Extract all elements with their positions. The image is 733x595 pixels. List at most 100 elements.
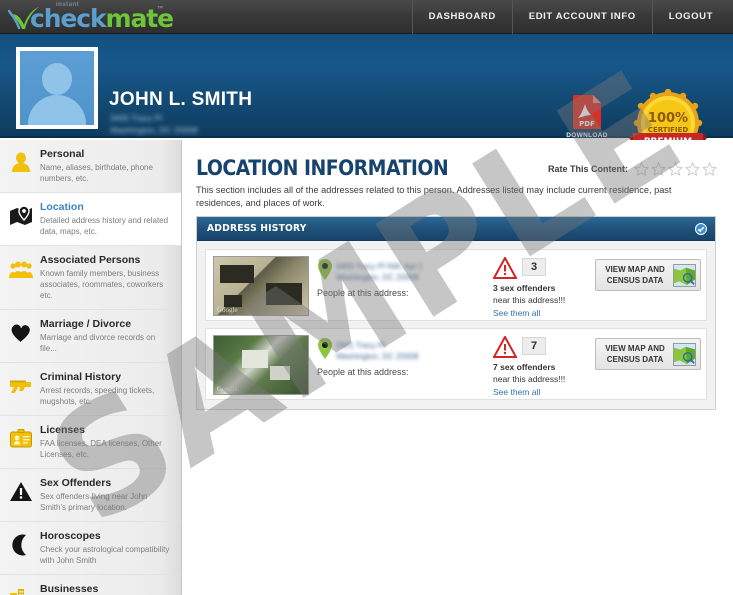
offender-text-rest: near this address!!! [493,374,566,384]
people-group-icon [9,261,33,278]
sidebar-item-label: Criminal History [40,371,122,383]
svg-text:CERTIFIED: CERTIFIED [648,126,689,134]
profile-address-line2: Washington, DC 20008 [110,125,198,135]
gun-icon [10,380,31,393]
people-at-address-label: People at this address: [317,367,409,377]
panel-body: Google 3400 Tracy Pl NW, Apt 1 Washingto… [197,241,715,409]
sidebar-item-label: Sex Offenders [40,477,112,489]
sidebar: Personal Name, aliases, birthdate, phone… [0,140,182,595]
heart-icon [11,324,31,343]
avatar [16,47,98,129]
address-line1: 3400 Tracy Pl NW, Apt 1 [336,262,423,271]
table-row: Google 3400 Tracy Pl NW, Apt 1 Washingto… [205,249,707,321]
offender-text-bold: 3 sex offenders [493,283,556,293]
sidebar-item-desc: Arrest records, speeding tickets, mugsho… [40,386,155,406]
moon-icon [12,534,26,556]
sidebar-item-label: Associated Persons [40,254,141,266]
buildings-icon [10,589,24,595]
sidebar-item-desc: FAA licenses, DEA licenses, Other Licens… [40,439,162,459]
offender-text-rest: near this address!!! [493,295,566,305]
offender-count-badge: 7 [522,337,546,355]
sidebar-item-businesses[interactable]: Businesses Businesses John Smith may be … [0,575,181,595]
pdf-download-button[interactable]: PDF DOWNLOAD [559,94,615,139]
map-census-icon [673,264,696,287]
sidebar-item-associated-persons[interactable]: Associated Persons Known family members,… [0,246,181,310]
profile-header: JOHN L. SMITH 3400 Tracy Pl Washington, … [0,34,733,160]
view-map-census-button[interactable]: VIEW MAP AND CENSUS DATA [595,338,701,370]
warning-triangle-icon [493,257,517,279]
sidebar-item-label: Licenses [40,424,85,436]
avatar-placeholder-icon [20,51,94,125]
map-census-icon [673,343,696,366]
sidebar-item-label: Horoscopes [40,530,101,542]
top-navigation-bar: instant checkmate ™ DASHBOARD EDIT ACCOU… [0,0,733,34]
profile-address-line1: 3400 Tracy Pl [110,113,162,123]
nav-logout[interactable]: LOGOUT [653,0,725,34]
sidebar-item-label: Location [40,201,84,213]
warning-triangle-icon [493,336,517,358]
map-pin-marker-icon [318,338,332,359]
map-attribution: Google [217,306,238,314]
brand-check: check [30,4,107,33]
address-line2: Washington, DC 20008 [336,273,419,282]
sidebar-item-marriage-divorce[interactable]: Marriage / Divorce Marriage and divorce … [0,310,181,363]
sidebar-item-personal[interactable]: Personal Name, aliases, birthdate, phone… [0,140,181,193]
sidebar-item-licenses[interactable]: Licenses FAA licenses, DEA licenses, Oth… [0,416,181,469]
see-them-all-link[interactable]: See them all [493,308,540,318]
pdf-icon: PDF [573,95,601,129]
main-nav-links: DASHBOARD EDIT ACCOUNT INFO LOGOUT [411,0,725,34]
rate-label: Rate This Content: [548,164,628,174]
sidebar-item-criminal-history[interactable]: Criminal History Arrest records, speedin… [0,363,181,416]
brand-logo[interactable]: instant checkmate ™ [4,1,174,33]
address-line1: 2601 Tracy Pl [336,341,385,350]
sidebar-item-label: Businesses [40,583,99,595]
star-rating-2[interactable] [651,162,666,176]
person-icon [12,152,30,172]
address-text: 2601 Tracy Pl Washington, DC 20008 [336,340,486,362]
svg-text:PDF: PDF [579,120,595,128]
rate-this-content: Rate This Content: [548,162,719,176]
main-content: LOCATION INFORMATION Rate This Content: … [182,140,733,595]
map-pin-marker-icon [318,259,332,280]
star-rating-4[interactable] [685,162,700,176]
panel-header-title: ADDRESS HISTORY [207,223,307,234]
panel-header: ADDRESS HISTORY [197,217,715,241]
star-rating-3[interactable] [668,162,683,176]
sidebar-item-desc: Name, aliases, birthdate, phone numbers,… [40,163,153,183]
brand-trademark: ™ [157,6,163,12]
help-circle-icon[interactable] [695,223,707,235]
sidebar-item-desc: Check your astrological compatibility wi… [40,545,170,565]
address-line2: Washington, DC 20008 [336,352,419,361]
sidebar-item-horoscopes[interactable]: Horoscopes Check your astrological compa… [0,522,181,575]
map-pin-icon [10,205,32,225]
map-thumbnail[interactable]: Google [213,335,309,395]
nav-edit-account-info[interactable]: EDIT ACCOUNT INFO [513,0,653,34]
sidebar-item-desc: Detailed address history and related dat… [40,216,169,236]
address-history-panel: ADDRESS HISTORY Google 3400 Tracy Pl NW,… [196,216,716,410]
sidebar-item-location[interactable]: Location Detailed address history and re… [0,193,181,246]
page-title: JOHN L. SMITH [109,89,253,110]
sidebar-item-desc: Sex offenders living near John Smith's p… [40,492,148,512]
offender-count-badge: 3 [522,258,546,276]
sidebar-item-desc: Marriage and divorce records on file... [40,333,156,353]
license-card-icon [10,429,32,448]
address-text: 3400 Tracy Pl NW, Apt 1 Washington, DC 2… [336,261,486,283]
table-row: Google 2601 Tracy Pl Washington, DC 2000… [205,328,707,400]
people-at-address-label: People at this address: [317,288,409,298]
map-attribution: Google [217,385,238,393]
view-map-census-label: VIEW MAP AND CENSUS DATA [605,344,665,364]
view-map-census-label: VIEW MAP AND CENSUS DATA [605,265,665,285]
sidebar-item-label: Personal [40,148,85,160]
svg-text:100%: 100% [648,111,688,126]
star-rating-1[interactable] [634,162,649,176]
star-rating-5[interactable] [702,162,717,176]
view-map-census-button[interactable]: VIEW MAP AND CENSUS DATA [595,259,701,291]
map-thumbnail[interactable]: Google [213,256,309,316]
offender-text-bold: 7 sex offenders [493,362,556,372]
section-description: This section includes all of the address… [196,185,672,208]
warning-triangle-icon [10,482,32,501]
sidebar-item-sex-offenders[interactable]: Sex Offenders Sex offenders living near … [0,469,181,522]
nav-dashboard[interactable]: DASHBOARD [411,0,513,34]
pdf-download-label: DOWNLOAD [566,132,608,139]
see-them-all-link[interactable]: See them all [493,387,540,397]
